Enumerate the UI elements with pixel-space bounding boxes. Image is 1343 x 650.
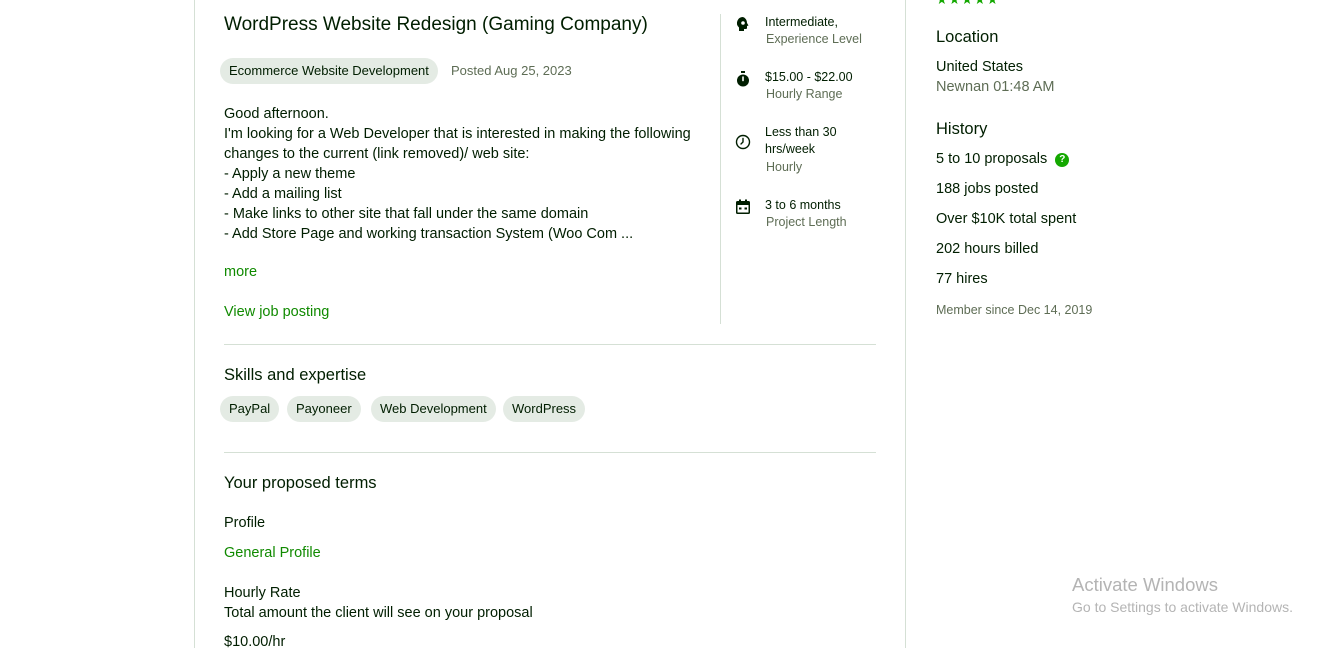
client-local-time: Newnan 01:48 AM: [936, 79, 1055, 95]
job-title: WordPress Website Redesign (Gaming Compa…: [224, 14, 648, 35]
feature-label: Hourly: [766, 160, 803, 174]
hires-count: 77 hires: [936, 271, 988, 287]
stopwatch-icon: [737, 71, 749, 87]
help-icon[interactable]: ?: [1055, 153, 1070, 167]
skill-chip[interactable]: Web Development: [371, 396, 496, 422]
more-link[interactable]: more: [224, 264, 257, 280]
feature-value: 3 to 6 months: [765, 198, 841, 212]
activate-windows-subtitle: Go to Settings to activate Windows.: [1072, 599, 1293, 615]
rating-stars-icon: ★★★★★: [936, 0, 999, 8]
member-since: Member since Dec 14, 2019: [936, 303, 1093, 317]
clock-icon: [735, 134, 751, 150]
location-heading: Location: [936, 28, 999, 46]
view-job-posting-link[interactable]: View job posting: [224, 304, 329, 320]
job-description: Good afternoon. I'm looking for a Web De…: [224, 104, 704, 244]
posted-date: Posted Aug 25, 2023: [451, 63, 572, 78]
skills-heading: Skills and expertise: [224, 366, 367, 384]
left-border: [194, 0, 195, 648]
profile-heading: Profile: [224, 515, 266, 531]
profile-select-link[interactable]: General Profile: [224, 545, 321, 561]
terms-heading: Your proposed terms: [224, 474, 377, 492]
hours-billed: 202 hours billed: [936, 241, 1039, 257]
section-divider: [224, 344, 876, 345]
skill-chip[interactable]: WordPress: [503, 396, 586, 422]
proposals-text: 5 to 10 proposals: [936, 151, 1048, 167]
activate-windows-title: Activate Windows: [1072, 574, 1218, 595]
brain-icon: [736, 16, 749, 31]
hourly-rate-heading: Hourly Rate: [224, 585, 301, 601]
feature-experience: Intermediate, Experience Level: [735, 14, 885, 54]
feature-value: $15.00 - $22.00: [765, 70, 853, 84]
description-line: - Add a mailing list: [224, 186, 342, 202]
feature-value: Less than 30 hrs/week: [765, 125, 837, 156]
description-line: - Add Store Page and working transaction…: [224, 226, 634, 242]
history-heading: History: [936, 120, 988, 138]
description-line: Good afternoon.: [224, 106, 329, 122]
feature-workload: Less than 30 hrs/week Hourly: [735, 124, 885, 178]
calendar-icon: [736, 199, 750, 214]
feature-value: Intermediate,: [765, 15, 838, 29]
feature-label: Experience Level: [766, 32, 862, 46]
hourly-rate-description: Total amount the client will see on your…: [224, 605, 533, 621]
client-country: United States: [936, 59, 1024, 75]
total-spent: Over $10K total spent: [936, 211, 1077, 227]
skill-chip[interactable]: Payoneer: [287, 396, 361, 422]
feature-label: Project Length: [766, 215, 847, 229]
jobs-posted: 188 jobs posted: [936, 181, 1039, 197]
description-line: - Apply a new theme: [224, 166, 356, 182]
feature-project-length: 3 to 6 months Project Length: [735, 197, 885, 237]
vertical-divider: [720, 14, 721, 324]
right-border: [905, 0, 906, 648]
description-line: - Make links to other site that fall und…: [224, 206, 589, 222]
description-line: I'm looking for a Web Developer that is …: [224, 126, 691, 142]
feature-label: Hourly Range: [766, 87, 843, 101]
proposals-count: 5 to 10 proposals?: [936, 151, 1070, 167]
description-line: changes to the current (link removed)/ w…: [224, 146, 530, 162]
skill-chip[interactable]: PayPal: [220, 396, 280, 422]
section-divider: [224, 452, 876, 453]
feature-hourly-range: $15.00 - $22.00 Hourly Range: [735, 69, 885, 109]
category-badge[interactable]: Ecommerce Website Development: [220, 58, 438, 84]
